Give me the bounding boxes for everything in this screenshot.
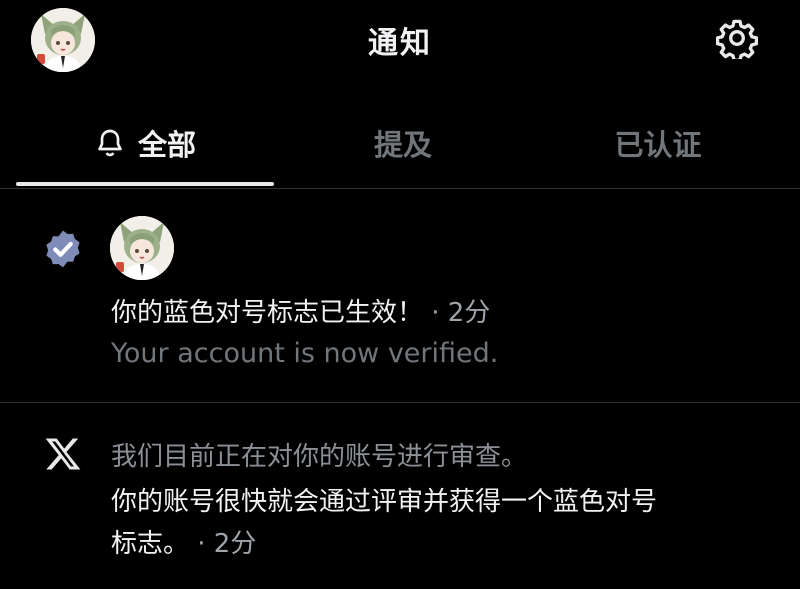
notification-avatar[interactable]: [110, 216, 174, 280]
tab-verified-label: 已认证: [614, 128, 702, 162]
verified-badge-icon: [46, 230, 80, 268]
tab-verified[interactable]: 已认证: [532, 100, 784, 186]
notification-tabs: 全部 提及 已认证: [0, 100, 800, 189]
bell-icon: [98, 129, 122, 157]
notification-line-3: 标志。 · 2分: [111, 523, 256, 560]
notification-time: · 2分: [431, 298, 491, 328]
notification-text: 你的蓝色对号标志已生效！: [111, 298, 424, 328]
header: 通知: [0, 0, 800, 80]
notification-item-verified[interactable]: 你的蓝色对号标志已生效！ · 2分 Your account is now ve…: [0, 188, 800, 403]
notification-item-review[interactable]: 我们目前正在对你的账号进行审查。 你的账号很快就会通过评审并获得一个蓝色对号 标…: [0, 403, 800, 589]
notification-subtitle: Your account is now verified.: [111, 338, 499, 369]
tab-mentions[interactable]: 提及: [274, 100, 532, 186]
anime-avatar-icon: [110, 216, 174, 280]
x-logo-icon: [45, 438, 81, 470]
notification-line-1: 我们目前正在对你的账号进行审查。: [111, 442, 528, 472]
page-title: 通知: [368, 26, 432, 61]
notification-line-2: 你的账号很快就会通过评审并获得一个蓝色对号: [111, 487, 658, 517]
active-tab-indicator: [16, 182, 274, 186]
notification-title: 你的蓝色对号标志已生效！ · 2分: [111, 292, 490, 329]
tab-all-label: 全部: [137, 128, 196, 162]
settings-button[interactable]: [715, 17, 759, 62]
gear-icon: [715, 19, 759, 62]
tab-mentions-label: 提及: [373, 128, 432, 162]
tab-all[interactable]: 全部: [16, 100, 274, 186]
notification-time: · 2分: [197, 529, 257, 559]
notification-text: 标志。: [111, 529, 190, 559]
